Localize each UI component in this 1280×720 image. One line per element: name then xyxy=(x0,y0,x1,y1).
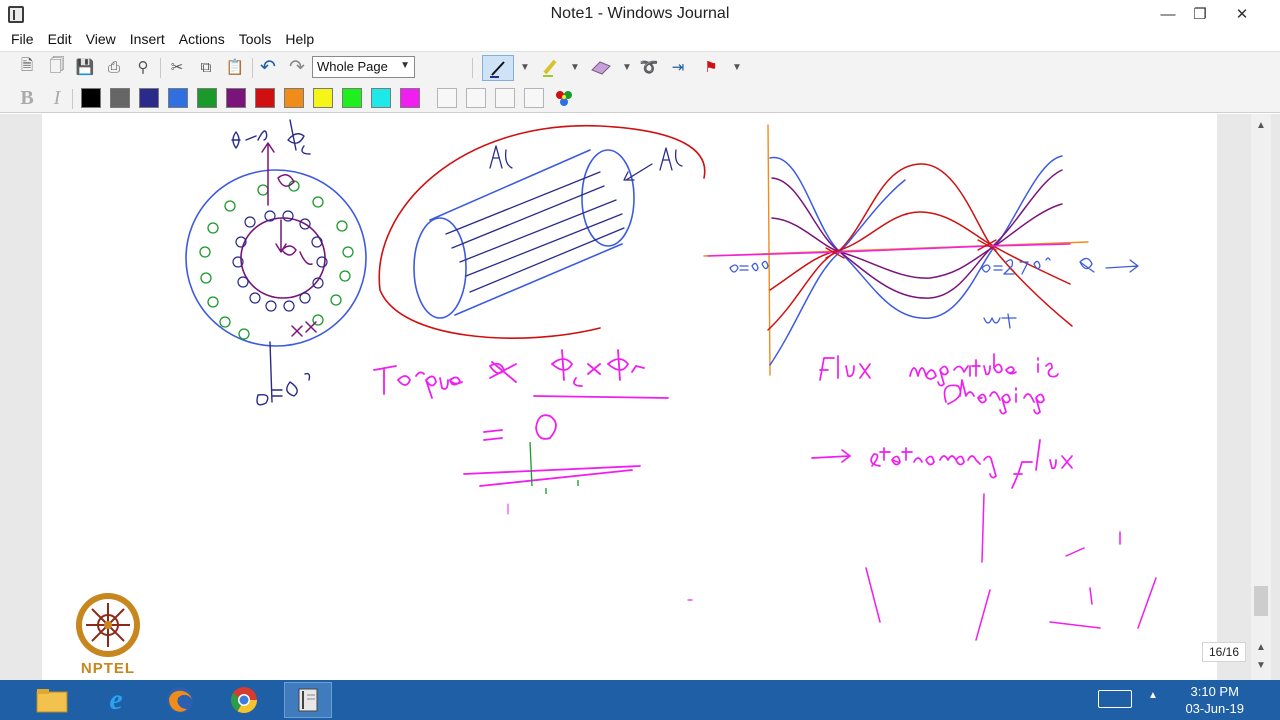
window-title: Note1 - Windows Journal xyxy=(550,5,730,22)
note-page[interactable]: NPTEL xyxy=(42,114,1217,680)
flag-dropdown-icon[interactable]: ▼ xyxy=(726,56,748,78)
save-icon[interactable]: 💾 xyxy=(74,56,96,78)
bold-icon[interactable]: B xyxy=(16,87,38,109)
menu-edit[interactable]: Edit xyxy=(41,29,79,50)
pen-color-swatch[interactable] xyxy=(371,88,391,108)
redo-icon[interactable]: ↷ xyxy=(286,56,308,78)
empty-pen-slot[interactable] xyxy=(524,88,544,108)
new-note-icon[interactable]: 🗎 xyxy=(16,56,38,78)
file-explorer-button[interactable] xyxy=(28,682,76,718)
find-icon[interactable]: ⚲ xyxy=(132,56,154,78)
clock-date: 03-Jun-19 xyxy=(1185,701,1244,716)
firefox-button[interactable] xyxy=(156,682,204,718)
highlighter-icon[interactable] xyxy=(539,56,561,78)
pen-color-swatch[interactable] xyxy=(110,88,130,108)
page-counter: 16/16 xyxy=(1202,642,1246,662)
flux-waveform-drawing xyxy=(703,124,1139,376)
keyboard-icon[interactable] xyxy=(1098,690,1132,708)
title-bar: Note1 - Windows Journal — ❐ ✕ xyxy=(0,0,1280,29)
copy-icon[interactable]: ⧉ xyxy=(195,56,217,78)
insert-space-icon[interactable]: ⇥ xyxy=(667,56,689,78)
menu-actions[interactable]: Actions xyxy=(172,29,232,50)
chevron-down-icon: ▼ xyxy=(400,60,410,71)
cut-icon[interactable]: ✂ xyxy=(166,56,188,78)
menu-insert[interactable]: Insert xyxy=(123,29,172,50)
nptel-logo-text: NPTEL xyxy=(80,660,136,677)
italic-icon[interactable]: I xyxy=(46,87,68,109)
journal-window: Note1 - Windows Journal — ❐ ✕ File Edit … xyxy=(0,0,1280,680)
windows-taskbar: e ▲ 3:10 PM 03-Jun-19 xyxy=(0,680,1280,720)
eraser-icon[interactable] xyxy=(590,56,612,78)
show-hidden-icons-icon[interactable]: ▲ xyxy=(1148,690,1158,701)
pen-color-swatch[interactable] xyxy=(313,88,333,108)
menu-view[interactable]: View xyxy=(79,29,123,50)
vertical-scrollbar[interactable]: ▲ ▲ ▼ xyxy=(1251,114,1271,680)
pen-color-swatch[interactable] xyxy=(168,88,188,108)
toolbar-separator xyxy=(160,58,161,78)
pen-color-swatch[interactable] xyxy=(139,88,159,108)
chrome-icon xyxy=(230,687,258,714)
zoom-select-value: Whole Page xyxy=(317,59,388,74)
zoom-select[interactable]: Whole Page ▼ xyxy=(312,56,415,78)
folder-icon xyxy=(36,689,68,713)
highlighter-dropdown-icon[interactable]: ▼ xyxy=(564,56,586,78)
eraser-dropdown-icon[interactable]: ▼ xyxy=(616,56,638,78)
toolbar-separator xyxy=(252,58,253,78)
pen-tool-icon[interactable] xyxy=(482,55,514,81)
internet-explorer-icon: e xyxy=(109,683,123,716)
color-palette-icon[interactable] xyxy=(553,87,575,109)
pen-color-swatch[interactable] xyxy=(400,88,420,108)
standard-toolbar: 🗎 🗍 💾 ⎙ ⚲ ✂ ⧉ 📋 ↶ ↷ Whole Page ▼ ▼ ▼ ▼ ➰… xyxy=(0,51,1280,83)
canvas-area: NPTEL xyxy=(0,114,1280,680)
menu-bar: File Edit View Insert Actions Tools Help xyxy=(0,29,1280,50)
windows-journal-button[interactable] xyxy=(284,682,332,718)
format-toolbar: B I xyxy=(0,83,1280,113)
chrome-button[interactable] xyxy=(220,682,268,718)
internet-explorer-button[interactable]: e xyxy=(92,682,140,718)
torque-equation-ink xyxy=(373,349,669,515)
toolbar-separator xyxy=(472,58,473,78)
undo-icon[interactable]: ↶ xyxy=(257,56,279,78)
green-marks-ink xyxy=(529,441,579,494)
minimize-button[interactable]: — xyxy=(1150,0,1186,28)
empty-pen-slot[interactable] xyxy=(437,88,457,108)
empty-pen-slot[interactable] xyxy=(495,88,515,108)
handwritten-ink xyxy=(185,119,1157,641)
scroll-up-icon[interactable]: ▲ xyxy=(1251,116,1271,134)
system-clock[interactable]: 3:10 PM 03-Jun-19 xyxy=(1185,683,1244,717)
print-icon[interactable]: ⎙ xyxy=(103,56,125,78)
open-note-icon[interactable]: 🗍 xyxy=(46,56,68,78)
paste-icon[interactable]: 📋 xyxy=(224,56,246,78)
empty-pen-slot[interactable] xyxy=(466,88,486,108)
maximize-button[interactable]: ❐ xyxy=(1182,0,1218,28)
nptel-logo: NPTEL xyxy=(70,588,146,680)
pen-color-swatch[interactable] xyxy=(226,88,246,108)
lasso-select-icon[interactable]: ➰ xyxy=(638,56,660,78)
pen-dropdown-icon[interactable]: ▼ xyxy=(514,56,536,78)
journal-icon xyxy=(298,688,318,712)
flag-icon[interactable]: ⚑ xyxy=(700,56,722,78)
next-page-icon[interactable]: ▼ xyxy=(1251,656,1271,674)
scrollbar-thumb[interactable] xyxy=(1254,586,1268,616)
pen-color-swatch[interactable] xyxy=(197,88,217,108)
toolbar-separator xyxy=(72,89,73,109)
pen-color-swatch[interactable] xyxy=(81,88,101,108)
pen-color-swatch[interactable] xyxy=(342,88,362,108)
pen-color-swatch[interactable] xyxy=(255,88,275,108)
clock-time: 3:10 PM xyxy=(1190,684,1239,699)
previous-page-icon[interactable]: ▲ xyxy=(1251,638,1271,656)
rotor-cylinder-drawing xyxy=(378,125,706,339)
pen-color-swatch[interactable] xyxy=(284,88,304,108)
menu-tools[interactable]: Tools xyxy=(232,29,279,50)
machine-cross-section-drawing xyxy=(185,119,367,406)
close-button[interactable]: ✕ xyxy=(1224,0,1260,28)
menu-help[interactable]: Help xyxy=(278,29,321,50)
menu-file[interactable]: File xyxy=(4,29,41,50)
flux-note-ink xyxy=(687,353,1157,641)
nptel-emblem-icon xyxy=(76,593,140,657)
firefox-icon xyxy=(167,687,193,713)
